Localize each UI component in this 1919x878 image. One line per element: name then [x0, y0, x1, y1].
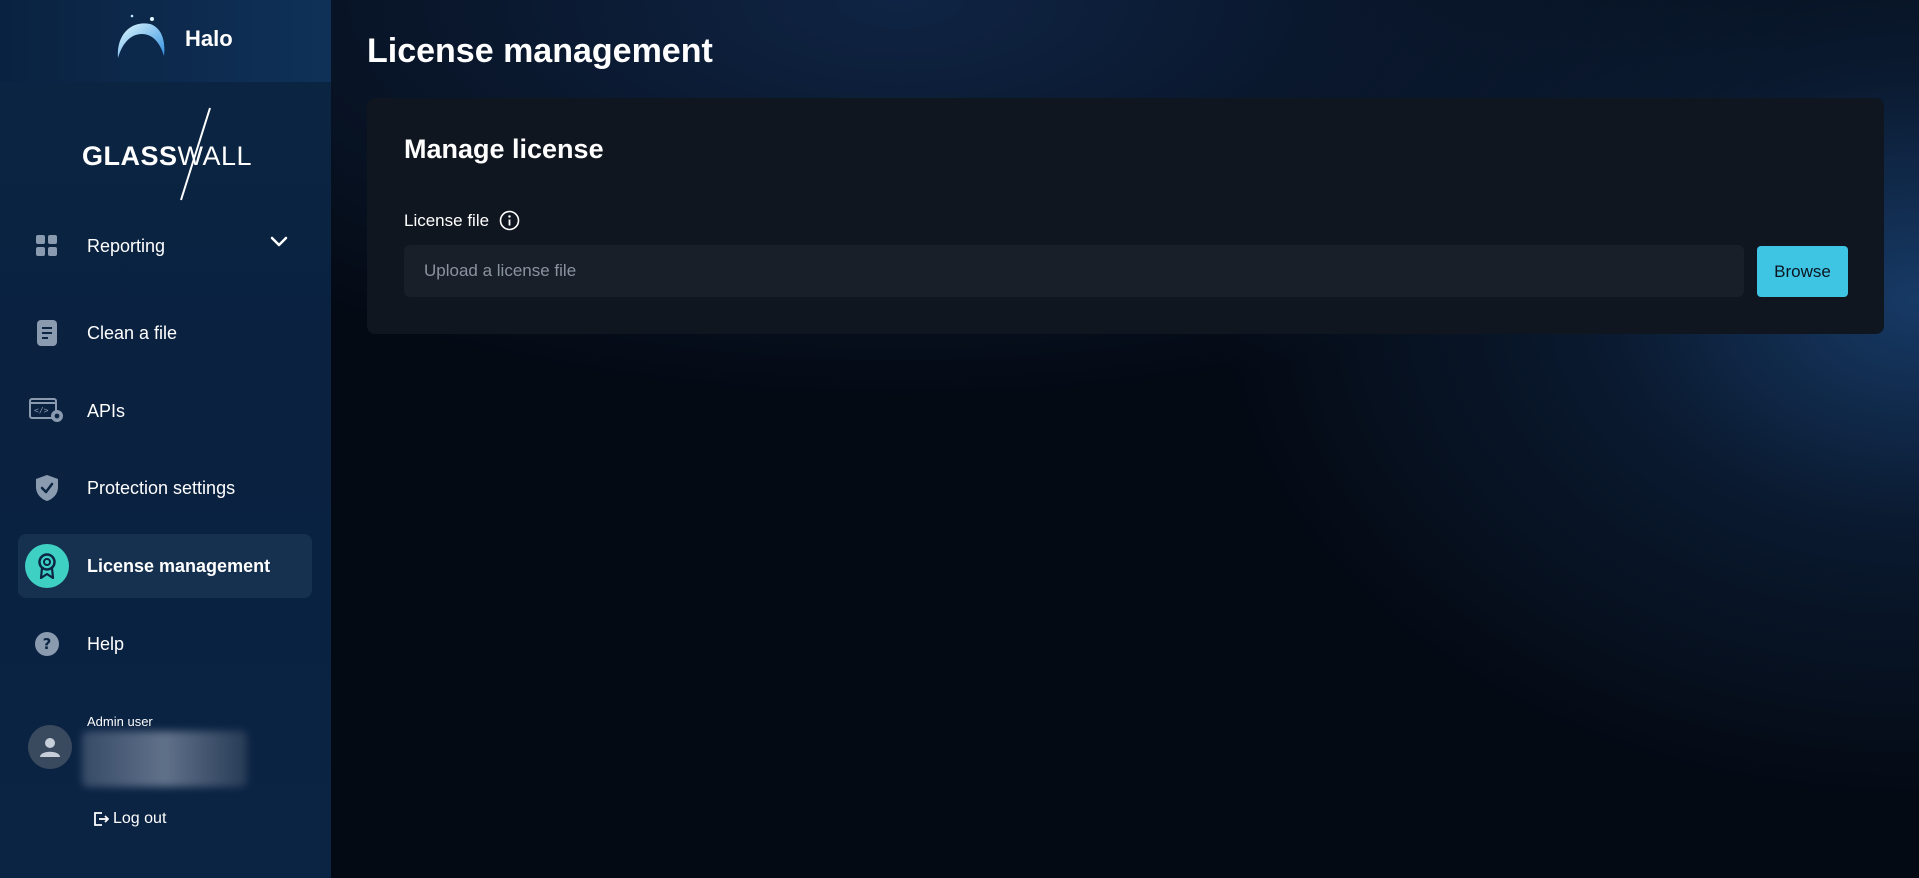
svg-text:?: ?	[43, 635, 52, 653]
info-icon[interactable]	[499, 210, 520, 231]
user-icon	[40, 738, 60, 757]
sidebar-item-protection-settings[interactable]: Protection settings	[18, 456, 312, 520]
user-role: Admin user	[87, 714, 153, 729]
document-icon	[20, 306, 74, 360]
api-settings-icon: </>	[20, 384, 74, 438]
sidebar-item-apis[interactable]: </> APIs	[18, 379, 312, 443]
shield-check-icon	[20, 461, 74, 515]
glasswall-logo: GLASSWALL	[82, 141, 253, 171]
sidebar-item-clean-a-file[interactable]: Clean a file	[18, 301, 312, 365]
award-ribbon-icon	[25, 544, 69, 588]
logout-button[interactable]: Log out	[93, 810, 166, 828]
active-icon-badge	[20, 539, 74, 593]
sidebar: Halo GLASSWALL Reporting Clean a file </…	[0, 0, 331, 878]
logout-icon	[94, 812, 109, 826]
logout-label: Log out	[113, 810, 167, 827]
license-file-input[interactable]	[404, 245, 1744, 297]
chevron-down-icon[interactable]	[270, 236, 288, 248]
app-name: Halo	[185, 26, 233, 51]
sidebar-item-label: Protection settings	[87, 477, 236, 498]
sidebar-item-label: Clean a file	[87, 322, 178, 343]
browse-button[interactable]: Browse	[1757, 246, 1848, 297]
redacted-user-name	[82, 731, 247, 787]
card-title: Manage license	[404, 134, 604, 164]
sidebar-item-label: License management	[87, 555, 271, 576]
help-circle-icon: ?	[20, 617, 74, 671]
field-label-text: License file	[404, 210, 490, 230]
page-title: License management	[367, 32, 713, 70]
sidebar-item-reporting[interactable]: Reporting	[18, 214, 312, 278]
sidebar-item-license-management[interactable]: License management	[18, 534, 312, 598]
halo-logo-icon	[117, 14, 165, 58]
license-file-label: License file	[404, 210, 520, 231]
sidebar-item-label: APIs	[87, 400, 126, 421]
manage-license-card: Manage license License file Browse	[367, 98, 1884, 334]
sidebar-item-label: Help	[87, 633, 125, 654]
avatar[interactable]	[28, 725, 72, 769]
sidebar-item-help[interactable]: ? Help	[18, 612, 312, 676]
grid-icon	[20, 219, 74, 273]
svg-text:</>: </>	[34, 406, 49, 415]
sidebar-item-label: Reporting	[87, 235, 166, 256]
app-header: Halo	[0, 0, 331, 82]
